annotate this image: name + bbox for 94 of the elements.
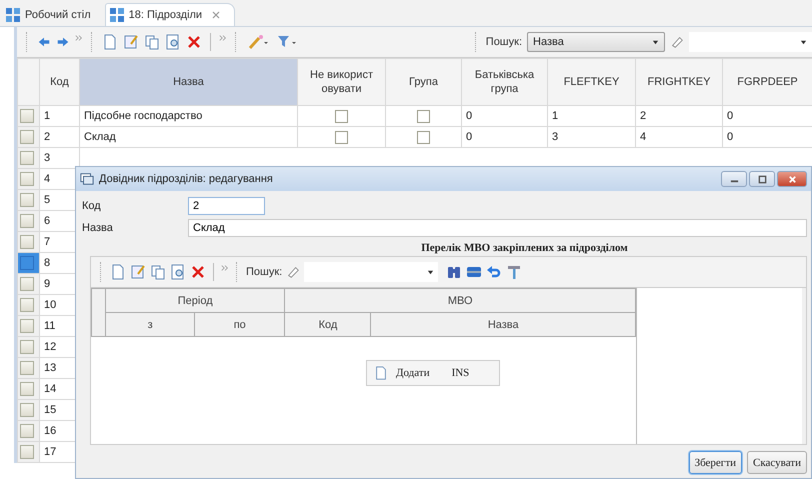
menu-item-label: Додати: [396, 367, 430, 379]
column-header[interactable]: Група: [386, 58, 462, 106]
new-document-icon: [374, 366, 388, 380]
table-cell: Склад: [80, 126, 298, 148]
column-header[interactable]: Батьківська група: [462, 58, 548, 106]
field-label: Назва: [82, 222, 114, 234]
tab[interactable]: 18: Підрозділи: [104, 3, 236, 26]
wand-icon[interactable]: [246, 34, 270, 50]
column-header[interactable]: Код: [284, 312, 371, 336]
edit-icon[interactable]: [130, 264, 146, 280]
column-header[interactable]: Назва: [80, 58, 298, 106]
column-group-header: Період: [106, 288, 285, 312]
undo-icon[interactable]: [486, 264, 502, 280]
close-icon: [788, 174, 796, 184]
column-header[interactable]: з: [106, 312, 195, 336]
table-cell: 3: [548, 126, 636, 148]
close-icon[interactable]: [212, 11, 220, 19]
checkbox[interactable]: [417, 110, 430, 122]
search-input-field[interactable]: [304, 262, 438, 282]
delete-icon[interactable]: [186, 34, 202, 50]
column-header[interactable]: Код: [40, 58, 80, 106]
row-selector[interactable]: [20, 235, 34, 249]
table-cell: 1: [40, 106, 80, 126]
window-title: Довідник підрозділів: редагування: [99, 173, 273, 185]
checkbox[interactable]: [417, 130, 430, 144]
checkbox[interactable]: [335, 110, 348, 122]
section-title: Перелік МВО закріплених за підрозділом: [420, 241, 629, 256]
copy-icon[interactable]: [144, 34, 160, 50]
preview-icon[interactable]: [170, 264, 186, 280]
row-selector[interactable]: [20, 382, 34, 396]
row-selector[interactable]: [20, 256, 34, 270]
row-selector[interactable]: [20, 172, 34, 186]
dropdown-caret-icon: [427, 268, 434, 276]
input-field[interactable]: 2: [188, 197, 265, 215]
row-selector[interactable]: [20, 403, 34, 417]
dialog-button[interactable]: Зберегти: [688, 451, 742, 474]
shortcut-label: INS: [452, 367, 470, 379]
chevron-icon[interactable]: [75, 34, 83, 42]
row-selector[interactable]: [20, 340, 34, 354]
column-header[interactable]: Назва: [370, 312, 636, 336]
search-label: Пошук:: [246, 266, 282, 278]
column-header[interactable]: FRIGHTKEY: [636, 58, 722, 106]
row-selector[interactable]: [20, 445, 34, 459]
preview-icon[interactable]: [165, 34, 181, 50]
column-header[interactable]: Не використ овувати: [298, 58, 386, 106]
filter-icon[interactable]: [275, 34, 299, 50]
window-icon: [80, 172, 94, 186]
row-selector[interactable]: [20, 298, 34, 312]
search-label: Пошук:: [486, 36, 522, 48]
row-selector[interactable]: [20, 277, 34, 291]
forward-arrow-icon[interactable]: [56, 35, 70, 49]
eraser-icon[interactable]: [286, 265, 300, 279]
input-field[interactable]: Склад: [188, 219, 807, 237]
row-selector[interactable]: [20, 361, 34, 375]
table-cell: 2: [40, 126, 80, 148]
column-header[interactable]: FGRPDEEP: [722, 58, 812, 106]
field-label: Код: [82, 200, 102, 212]
menu-item[interactable]: Додати INS: [369, 363, 497, 383]
row-selector[interactable]: [20, 424, 34, 438]
maximize-icon: [758, 174, 766, 184]
search-field-dropdown[interactable]: Назва: [527, 32, 665, 52]
column-group-header: МВО: [284, 288, 636, 312]
close-button[interactable]: [777, 171, 807, 187]
new-document-icon[interactable]: [102, 34, 118, 50]
eraser-icon[interactable]: [670, 35, 684, 49]
chevron-icon[interactable]: [221, 264, 229, 272]
row-selector[interactable]: [20, 319, 34, 333]
checkbox[interactable]: [335, 130, 348, 144]
dropdown-caret-icon: [800, 38, 807, 46]
table-cell: Підсобне господарство: [80, 106, 298, 126]
table-cell: 0: [462, 126, 548, 148]
copy-icon[interactable]: [150, 264, 166, 280]
dialog-button[interactable]: Скасувати: [747, 451, 807, 474]
back-arrow-icon[interactable]: [37, 35, 51, 49]
row-selector[interactable]: [20, 130, 34, 144]
column-header[interactable]: по: [194, 312, 285, 336]
maximize-button[interactable]: [749, 171, 775, 187]
row-selector[interactable]: [20, 109, 34, 123]
table-cell: 4: [636, 126, 722, 148]
table-cell: 0: [462, 106, 548, 126]
row-selector[interactable]: [20, 214, 34, 228]
tab[interactable]: Робочий стіл: [2, 4, 105, 26]
chevron-icon[interactable]: [219, 34, 227, 42]
delete-icon[interactable]: [190, 264, 206, 280]
search-input-field[interactable]: [689, 32, 812, 52]
column-header[interactable]: FLEFTKEY: [548, 58, 636, 106]
edit-icon[interactable]: [123, 34, 139, 50]
dropdown-caret-icon: [652, 38, 659, 46]
table-cell: 2: [636, 106, 722, 126]
minimize-button[interactable]: [721, 171, 747, 187]
table-cell: 1: [548, 106, 636, 126]
new-document-icon[interactable]: [110, 264, 126, 280]
row-selector[interactable]: [20, 151, 34, 165]
row-selector[interactable]: [20, 193, 34, 207]
